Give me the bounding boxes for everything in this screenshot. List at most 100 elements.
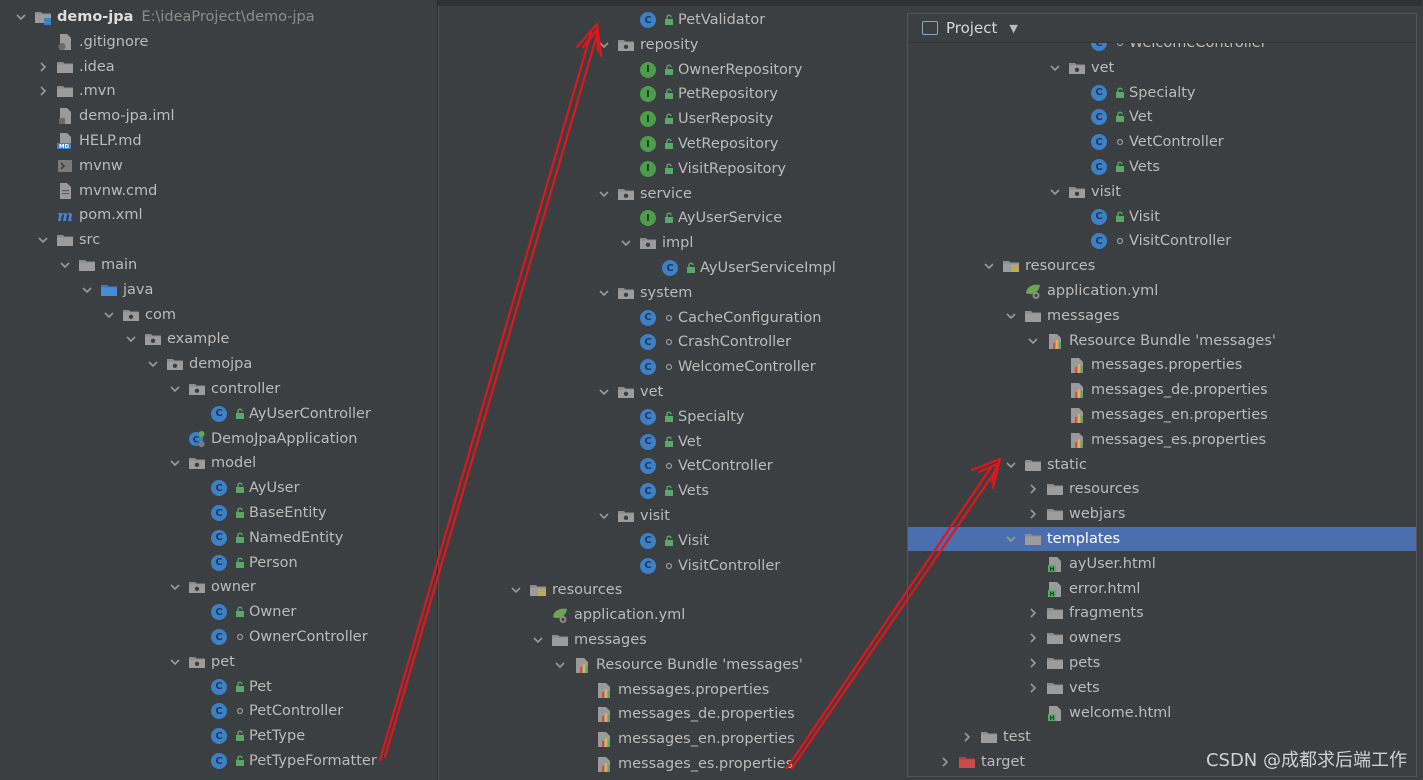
tree-row[interactable]: resources bbox=[908, 477, 1416, 501]
chevron-down-icon[interactable] bbox=[168, 655, 182, 669]
tree-row[interactable]: C Vet bbox=[908, 105, 1416, 129]
tree-row[interactable]: I VetRepository bbox=[439, 132, 909, 156]
tree-row[interactable]: C Vet bbox=[439, 430, 909, 454]
tree-row[interactable]: .idea bbox=[0, 55, 437, 79]
tree-row[interactable]: Hwelcome.html bbox=[908, 701, 1416, 725]
tree-row[interactable]: messages.properties bbox=[439, 678, 909, 702]
chevron-down-icon[interactable] bbox=[168, 580, 182, 594]
tree-row[interactable]: java bbox=[0, 278, 437, 302]
chevron-right-icon[interactable] bbox=[1026, 631, 1040, 645]
tree-row[interactable]: pets bbox=[908, 651, 1416, 675]
tree-row[interactable]: C PetController bbox=[0, 699, 437, 723]
tree-row[interactable]: MD HELP.md bbox=[0, 129, 437, 153]
project-tree-panel-left[interactable]: demo-jpa E:\ideaProject\demo-jpa .gitignor… bbox=[0, 0, 438, 780]
tree-row[interactable]: main bbox=[0, 253, 437, 277]
tree-row[interactable]: demo-jpa E:\ideaProject\demo-jpa bbox=[0, 5, 437, 29]
tree-row[interactable]: C VetController bbox=[439, 454, 909, 478]
tree-row[interactable]: messages.properties bbox=[908, 353, 1416, 377]
chevron-down-icon[interactable] bbox=[597, 187, 611, 201]
tree-row[interactable]: system bbox=[439, 281, 909, 305]
chevron-down-icon[interactable] bbox=[14, 10, 28, 24]
tree-row[interactable]: pet bbox=[0, 650, 437, 674]
tree-row[interactable]: C Person bbox=[0, 551, 437, 575]
chevron-down-icon[interactable] bbox=[553, 658, 567, 672]
tree-row[interactable]: C NamedEntity bbox=[0, 526, 437, 550]
chevron-down-icon[interactable] bbox=[168, 382, 182, 396]
tree-row[interactable]: application.yml bbox=[439, 603, 909, 627]
chevron-down-icon[interactable] bbox=[597, 385, 611, 399]
tree-row[interactable]: demo-jpa.iml bbox=[0, 104, 437, 128]
tree-row[interactable]: HayUser.html bbox=[908, 552, 1416, 576]
tree-row[interactable]: Herror.html bbox=[908, 577, 1416, 601]
tree-row[interactable]: webjars bbox=[908, 502, 1416, 526]
tree-row[interactable]: C OwnerController bbox=[0, 625, 437, 649]
project-tool-window[interactable]: Project ▼ C WelcomeController vet C Specialt… bbox=[907, 13, 1417, 777]
chevron-down-icon[interactable] bbox=[1004, 532, 1018, 546]
chevron-down-icon[interactable] bbox=[1048, 61, 1062, 75]
chevron-down-icon[interactable] bbox=[146, 357, 160, 371]
chevron-right-icon[interactable] bbox=[1026, 656, 1040, 670]
tree-row[interactable]: Resource Bundle 'messages' bbox=[439, 653, 909, 677]
tree-row[interactable]: impl bbox=[439, 231, 909, 255]
chevron-down-icon[interactable] bbox=[619, 236, 633, 250]
tree-row[interactable]: C DemoJpaApplication bbox=[0, 427, 437, 451]
tree-row[interactable]: m pom.xml bbox=[0, 203, 437, 227]
chevron-right-icon[interactable] bbox=[1026, 681, 1040, 695]
chevron-right-icon[interactable] bbox=[1026, 606, 1040, 620]
chevron-right-icon[interactable] bbox=[938, 755, 952, 769]
view-dropdown-caret-icon[interactable]: ▼ bbox=[1009, 22, 1017, 35]
tree-row[interactable]: C Vets bbox=[908, 155, 1416, 179]
tree-row[interactable]: C VisitController bbox=[439, 554, 909, 578]
chevron-right-icon[interactable] bbox=[36, 84, 50, 98]
tree-row[interactable]: example bbox=[0, 327, 437, 351]
tree-row[interactable]: mvnw.cmd bbox=[0, 179, 437, 203]
tree-row[interactable]: demojpa bbox=[0, 352, 437, 376]
chevron-down-icon[interactable] bbox=[1048, 185, 1062, 199]
chevron-down-icon[interactable] bbox=[597, 509, 611, 523]
tree-row[interactable]: visit bbox=[439, 504, 909, 528]
chevron-down-icon[interactable] bbox=[168, 456, 182, 470]
tree-row[interactable]: controller bbox=[0, 377, 437, 401]
tree-row[interactable]: mvnw bbox=[0, 154, 437, 178]
tree-row[interactable]: vet bbox=[908, 56, 1416, 80]
tree-row[interactable]: messages_de.properties bbox=[908, 378, 1416, 402]
project-tool-window-header[interactable]: Project ▼ bbox=[908, 14, 1416, 43]
tree-row[interactable]: messages_de.properties bbox=[439, 702, 909, 726]
chevron-down-icon[interactable] bbox=[597, 286, 611, 300]
chevron-down-icon[interactable] bbox=[58, 258, 72, 272]
tree-row[interactable]: C WelcomeController bbox=[439, 355, 909, 379]
chevron-right-icon[interactable] bbox=[1026, 482, 1040, 496]
tree-row[interactable]: vet bbox=[439, 380, 909, 404]
chevron-down-icon[interactable] bbox=[531, 633, 545, 647]
tree-row[interactable]: reposity bbox=[439, 33, 909, 57]
tree-row[interactable]: C AyUser bbox=[0, 476, 437, 500]
tree-row[interactable]: I OwnerRepository bbox=[439, 58, 909, 82]
tree-row[interactable]: I UserReposity bbox=[439, 107, 909, 131]
tree-row[interactable]: I PetRepository bbox=[439, 82, 909, 106]
tree-row[interactable]: messages_es.properties bbox=[908, 428, 1416, 452]
chevron-down-icon[interactable] bbox=[80, 283, 94, 297]
tree-row[interactable]: Resource Bundle 'messages' bbox=[908, 329, 1416, 353]
tree-row[interactable]: C AyUserServiceImpl bbox=[439, 256, 909, 280]
chevron-right-icon[interactable] bbox=[960, 730, 974, 744]
tree-row[interactable]: C VisitController bbox=[908, 229, 1416, 253]
tree-row[interactable]: visit bbox=[908, 180, 1416, 204]
tree-row[interactable]: C AyUserController bbox=[0, 402, 437, 426]
tree-row[interactable]: src bbox=[0, 228, 437, 252]
tree-row[interactable]: com bbox=[0, 303, 437, 327]
chevron-down-icon[interactable] bbox=[1026, 334, 1040, 348]
tree-row[interactable]: C CacheConfiguration bbox=[439, 306, 909, 330]
tree-row[interactable]: C Pet bbox=[0, 675, 437, 699]
tree-row[interactable]: static bbox=[908, 453, 1416, 477]
tree-row[interactable]: owners bbox=[908, 626, 1416, 650]
tree-row[interactable]: model bbox=[0, 451, 437, 475]
tree-row[interactable]: messages_en.properties bbox=[439, 727, 909, 751]
tree-row[interactable]: C Specialty bbox=[439, 405, 909, 429]
tree-row[interactable]: owner bbox=[0, 575, 437, 599]
chevron-down-icon[interactable] bbox=[36, 233, 50, 247]
tree-row[interactable]: I AyUserService bbox=[439, 206, 909, 230]
tree-row[interactable]: C PetValidator bbox=[439, 8, 909, 32]
tree-row[interactable]: C Specialty bbox=[908, 81, 1416, 105]
tree-row[interactable]: messages bbox=[439, 628, 909, 652]
chevron-right-icon[interactable] bbox=[1026, 507, 1040, 521]
